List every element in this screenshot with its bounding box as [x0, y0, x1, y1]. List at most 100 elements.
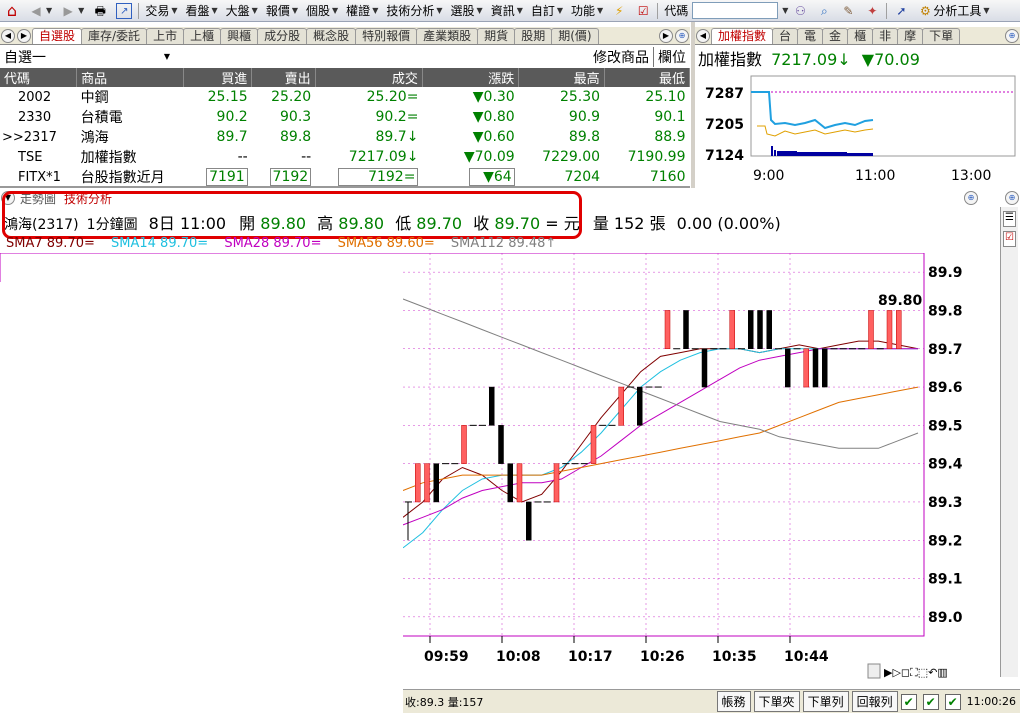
side-panel-icon[interactable]: ☰ [1003, 211, 1016, 227]
menu-trade[interactable]: 交易 ▼ [141, 0, 181, 22]
zoom-icon[interactable]: ⊕ [964, 190, 978, 205]
col-last[interactable]: 成交 [315, 68, 423, 87]
menu-watch[interactable]: 看盤 ▼ [181, 0, 221, 22]
candle-up [803, 348, 809, 388]
pin-icon[interactable]: ✦ [860, 0, 884, 22]
cell-last: 89.7↓ [375, 129, 419, 145]
check-icon[interactable]: ✔ [900, 693, 917, 710]
binoculars-icon[interactable]: ⚇ [788, 0, 812, 22]
ma-legend-item[interactable]: SMA28 89.70= [224, 236, 321, 251]
side-check-icon[interactable]: ☑ [1003, 231, 1016, 247]
tab-concept[interactable]: 概念股 [306, 28, 357, 44]
menu-quote[interactable]: 報價 ▼ [262, 0, 302, 22]
tab-emerging[interactable]: 興櫃 [220, 28, 259, 44]
cell-name: 台積電 [80, 110, 123, 126]
home-icon[interactable]: ⌂ [0, 0, 24, 22]
ma-legend-item[interactable]: SMA56 89.60= [338, 236, 435, 251]
code-input[interactable] [692, 2, 779, 19]
menu-warrant[interactable]: 權證 ▼ [342, 0, 382, 22]
tab-electronics[interactable]: 電 [797, 28, 824, 44]
tab-order[interactable]: 下單 [922, 28, 961, 44]
menu-stock[interactable]: 個股 ▼ [302, 0, 342, 22]
cell-bid: -- [237, 149, 248, 165]
col-code[interactable]: 代碼 [0, 68, 78, 87]
tab-otc-index[interactable]: 櫃 [847, 28, 874, 44]
ma-legend-item[interactable]: SMA112 89.48↑ [451, 236, 556, 251]
menu-market[interactable]: 大盤 ▼ [222, 0, 262, 22]
cell-low: 88.9 [654, 129, 686, 145]
candle-up [461, 425, 467, 464]
account-button[interactable]: 帳務 [716, 691, 751, 712]
lightning-icon[interactable]: ⚡ [607, 0, 631, 22]
tab-scroll-right-icon[interactable]: ▶ [17, 29, 31, 43]
table-row[interactable]: >>2317 鴻海 89.7 89.8 89.7↓ ▼0.60 89.8 88.… [0, 127, 690, 147]
scroll-box-icon[interactable] [867, 663, 881, 679]
col-ask[interactable]: 賣出 [251, 68, 316, 87]
back-icon[interactable]: ◀ ▼ [24, 0, 56, 22]
col-high[interactable]: 最高 [518, 68, 605, 87]
cell-ask: 90.3 [280, 109, 312, 125]
ma-legend-item[interactable]: SMA7 89.70= [6, 236, 95, 251]
tab-taiex[interactable]: 加權指數 [711, 28, 774, 44]
zoom-icon[interactable]: ⊕ [675, 29, 689, 43]
report-bar-button[interactable]: 回報列 [851, 691, 898, 712]
checklist-icon[interactable]: ☑ [631, 0, 655, 22]
toolbar-arrows-icon[interactable]: ▶▷◻⛶⬚↶▥ [884, 666, 948, 679]
print-icon[interactable]: 🖶 [88, 0, 112, 22]
modify-items-button[interactable]: 修改商品 [593, 47, 649, 67]
tab-scroll-left-icon[interactable]: ◀ [1, 29, 15, 43]
col-change[interactable]: 漲跌 [422, 68, 520, 87]
tab-more-icon[interactable]: ▶ [659, 29, 673, 43]
tab-listed[interactable]: 上市 [146, 28, 185, 44]
tab-otc[interactable]: 上櫃 [183, 28, 222, 44]
tab-components[interactable]: 成分股 [257, 28, 308, 44]
panel-divider[interactable] [0, 186, 690, 188]
search-icon[interactable]: ⌕ [812, 0, 836, 22]
columns-button[interactable]: 欄位 [653, 47, 690, 67]
table-row[interactable]: FITX*1 台股指數近月 7191 7192 7192= ▼64 7204 7… [0, 167, 690, 187]
menu-technical[interactable]: 技術分析 ▼ [382, 0, 446, 22]
tab-tw[interactable]: 台 [772, 28, 799, 44]
check-icon[interactable]: ✔ [944, 693, 961, 710]
forward-icon[interactable]: ▶ ▼ [56, 0, 88, 22]
tab-options[interactable]: 期(價) [551, 28, 599, 44]
index-mini-chart[interactable]: 7287 7205 7124 9:00 11:00 13:00 [695, 68, 1020, 186]
candle-up [553, 463, 560, 503]
tab-special-quote[interactable]: 特別報價 [355, 28, 418, 44]
chart-side-scrollbar[interactable]: ☰ ☑ [1000, 207, 1018, 677]
tab-inventory[interactable]: 庫存/委託 [81, 28, 148, 44]
tab-non-fin[interactable]: 非 [872, 28, 899, 44]
tab-futures[interactable]: 期貨 [477, 28, 516, 44]
menu-custom[interactable]: 自訂 ▼ [527, 0, 567, 22]
menu-screener[interactable]: 選股 ▼ [447, 0, 487, 22]
order-folder-button[interactable]: 下單夾 [753, 691, 800, 712]
x-tick-label: 10:26 [640, 649, 685, 665]
ma-legend-item[interactable]: SMA14 89.70= [111, 236, 208, 251]
menu-function[interactable]: 功能 ▼ [567, 0, 607, 22]
cell-code: FITX*1 [18, 169, 61, 185]
zoom-icon[interactable]: ⊕ [1005, 29, 1019, 43]
tab-msci[interactable]: 摩 [897, 28, 924, 44]
tab-stock-futures[interactable]: 股期 [514, 28, 553, 44]
table-row[interactable]: 2330 台積電 90.2 90.3 90.2= ▼0.80 90.9 90.1 [0, 107, 690, 127]
col-bid[interactable]: 買進 [183, 68, 253, 87]
tab-scroll-left-icon[interactable]: ◀ [696, 29, 710, 43]
wrench-icon[interactable]: ✎ [836, 0, 860, 22]
code-dropdown-icon[interactable]: ▼ [780, 0, 788, 22]
zoom-icon[interactable]: ⊕ [1005, 190, 1019, 205]
tab-watchlist[interactable]: 自選股 [32, 28, 83, 44]
col-low[interactable]: 最低 [604, 68, 691, 87]
col-name[interactable]: 商品 [76, 68, 185, 87]
table-row[interactable]: 2002 中鋼 25.15 25.20 25.20= ▼0.30 25.30 2… [0, 87, 690, 107]
change-value: 0.00 (0.00%) [676, 214, 781, 233]
order-bar-button[interactable]: 下單列 [802, 691, 849, 712]
tab-finance[interactable]: 金 [822, 28, 849, 44]
menu-info[interactable]: 資訊 ▼ [487, 0, 527, 22]
popout-icon[interactable]: ↗ [112, 0, 136, 22]
pointer-icon[interactable]: ➚ [889, 0, 913, 22]
check-icon[interactable]: ✔ [922, 693, 939, 710]
analysis-tool-menu[interactable]: ⚙ 分析工具 ▼ [913, 0, 993, 22]
table-row[interactable]: TSE 加權指數 -- -- 7217.09↓ ▼70.09 7229.00 7… [0, 147, 690, 167]
tab-industry[interactable]: 產業類股 [416, 28, 479, 44]
watchlist-select[interactable]: 自選一 ▼ [0, 47, 170, 67]
